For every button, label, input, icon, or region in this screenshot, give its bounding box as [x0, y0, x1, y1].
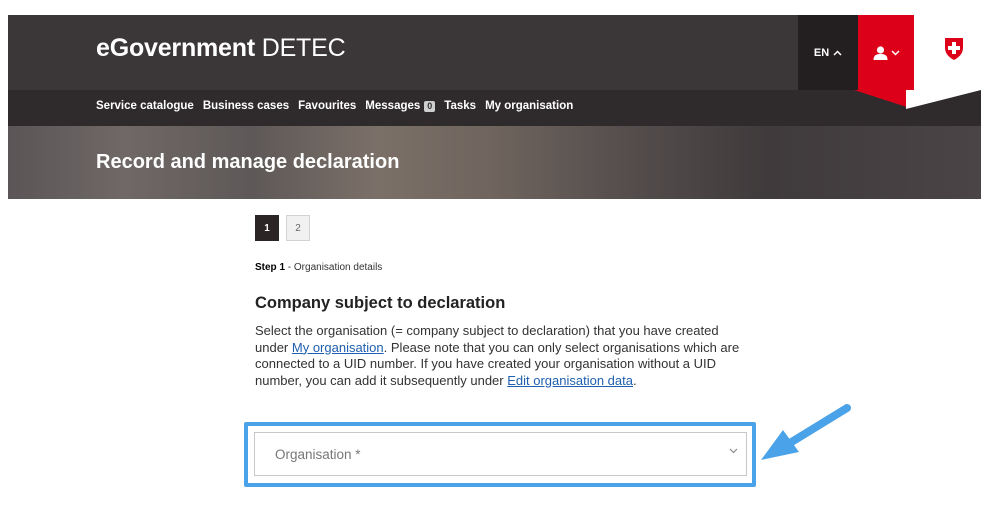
- main-navigation: Service catalogue Business cases Favouri…: [8, 90, 981, 126]
- organisation-select[interactable]: Organisation *: [254, 432, 747, 476]
- user-menu-button[interactable]: [858, 15, 914, 90]
- chevron-down-icon: [729, 448, 738, 454]
- chevron-up-icon: [833, 49, 842, 56]
- brand-light: DETEC: [261, 34, 346, 62]
- header-white-wedge: [906, 90, 981, 109]
- nav-service-catalogue[interactable]: Service catalogue: [96, 100, 194, 112]
- section-description: Select the organisation (= company subje…: [255, 323, 755, 389]
- organisation-select-placeholder: Organisation *: [275, 446, 361, 462]
- nav-business-cases[interactable]: Business cases: [203, 100, 289, 112]
- language-label: EN: [813, 46, 830, 59]
- nav-favourites[interactable]: Favourites: [298, 100, 356, 112]
- step-caption-text: - Organisation details: [285, 262, 383, 273]
- app-header: eGovernment DETEC EN: [8, 15, 981, 90]
- my-organisation-link[interactable]: My organisation: [292, 340, 384, 355]
- brand-bold: eGovernment: [96, 34, 255, 62]
- step-indicator: 1 2: [255, 215, 310, 241]
- nav-label: Favourites: [298, 100, 357, 112]
- coat-of-arms-area: [914, 15, 981, 90]
- nav-label: My organisation: [485, 100, 574, 112]
- section-title: Company subject to declaration: [255, 294, 506, 312]
- language-switcher[interactable]: EN: [798, 15, 858, 90]
- brand-logo[interactable]: eGovernment DETEC: [96, 34, 346, 63]
- nav-label: Business cases: [202, 100, 290, 112]
- chevron-down-icon: [890, 49, 900, 56]
- step-caption: Step 1 - Organisation details: [255, 262, 382, 273]
- header-red-flap: [854, 90, 906, 107]
- nav-my-organisation[interactable]: My organisation: [485, 100, 573, 112]
- nav-tasks[interactable]: Tasks: [444, 100, 476, 112]
- step-caption-number: Step 1: [255, 262, 286, 273]
- nav-label: Tasks: [444, 100, 477, 112]
- description-text: .: [633, 372, 637, 388]
- user-icon: [873, 45, 887, 60]
- page-hero: Record and manage declaration: [8, 126, 981, 199]
- step-2[interactable]: 2: [286, 215, 310, 241]
- nav-messages[interactable]: Messages 0: [365, 100, 436, 112]
- page-title: Record and manage declaration: [96, 151, 400, 173]
- top-margin: [0, 0, 981, 15]
- swiss-shield-icon[interactable]: [944, 37, 964, 61]
- nav-label: Service catalogue: [96, 100, 194, 112]
- nav-label: Messages: [365, 100, 421, 112]
- edit-organisation-data-link[interactable]: Edit organisation data: [507, 373, 633, 388]
- arrow-icon: [761, 404, 851, 460]
- step-1[interactable]: 1: [255, 215, 279, 241]
- messages-count-badge: 0: [424, 100, 436, 112]
